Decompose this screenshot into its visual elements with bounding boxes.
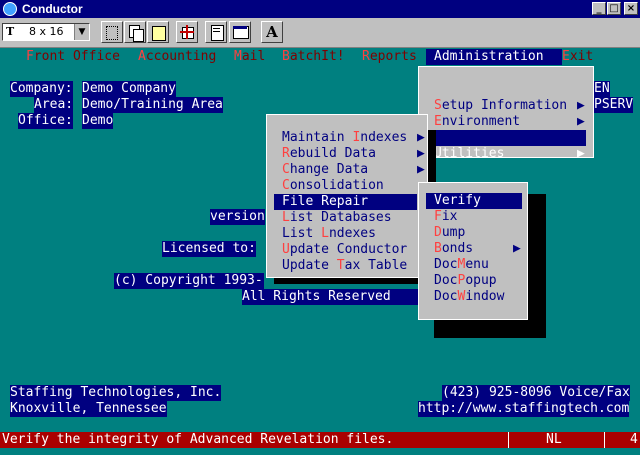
app-icon[interactable] <box>3 2 17 16</box>
utilities-menu: Maintain Indexes ▶ Rebuild Data ▶ Change D… <box>266 114 428 278</box>
copyright-text: (c) Copyright 1993- <box>114 273 264 289</box>
fr-item-bonds[interactable]: Bonds ▶ <box>419 241 527 257</box>
fr-item-docpopup[interactable]: DocPopup <box>419 273 527 289</box>
company-value: Demo Company <box>82 81 176 97</box>
file-repair-menu: Verify Fix Dump Bonds ▶ DocMenu DocPopup … <box>418 182 528 320</box>
footer-phone: (423) 925-8096 Voice/Fax <box>442 385 630 401</box>
office-value: Demo <box>82 113 114 129</box>
admin-item-setup[interactable]: Setup Information ▶ <box>419 82 593 113</box>
copy-icon[interactable] <box>124 21 146 43</box>
menu-accounting[interactable]: Accounting <box>138 49 216 65</box>
status-message: Verify the integrity of Advanced Revelat… <box>2 432 394 447</box>
font-icon: T <box>6 25 15 38</box>
arrow-right-icon: ▶ <box>513 241 521 256</box>
select-icon[interactable] <box>101 21 123 43</box>
util-item-update-conductor[interactable]: Update Conductor <box>267 242 427 258</box>
util-item-rebuild-data[interactable]: Rebuild Data ▶ <box>267 146 427 162</box>
status-divider <box>508 432 509 448</box>
admin-menu: Setup Information▶ Environment▶ Printer▶… <box>418 66 594 161</box>
company-label: Company: <box>10 81 73 97</box>
util-item-list-databases[interactable]: List Databases <box>267 210 427 226</box>
util-item-list-indexes[interactable]: List Lndexes <box>267 226 427 242</box>
terminal-screen: Front Office Accounting Mail BatchIt! Re… <box>0 48 640 455</box>
status-mode: NL <box>546 432 562 447</box>
menu-batchit[interactable]: BatchIt! <box>282 49 345 65</box>
fr-item-fix[interactable]: Fix <box>419 209 527 225</box>
area-value: Demo/Training Area <box>82 97 223 113</box>
arrow-right-icon: ▶ <box>417 162 425 177</box>
footer-location: Knoxville, Tennessee <box>10 401 167 417</box>
arrow-right-icon: ▶ <box>417 130 425 145</box>
util-item-consolidation[interactable]: Consolidation <box>267 178 427 194</box>
font-button[interactable]: A <box>261 21 283 43</box>
admin-item-environment[interactable]: Environment ▶ <box>419 98 593 129</box>
font-size-value: 8 x 16 <box>29 25 64 38</box>
rights-text: All Rights Reserved <box>242 289 418 305</box>
fr-item-dump[interactable]: Dump <box>419 225 527 241</box>
arrow-right-icon: ▶ <box>417 146 425 161</box>
right-fragment-2: PSERV <box>594 97 634 113</box>
util-item-update-tax-table[interactable]: Update Tax Table <box>267 258 427 274</box>
util-item-maintain-indexes[interactable]: Maintain Indexes ▶ <box>267 130 427 146</box>
admin-item-printer[interactable]: Printer▶ <box>419 114 593 145</box>
footer-company: Staffing Technologies, Inc. <box>10 385 222 401</box>
minimize-button[interactable]: _ <box>592 2 606 15</box>
menu-reports[interactable]: Reports <box>362 49 417 65</box>
menu-front-office[interactable]: Front Office <box>26 49 120 65</box>
arrow-right-icon: ▶ <box>577 146 585 161</box>
util-item-file-repair[interactable]: File Repair <box>274 194 417 210</box>
close-button[interactable]: × <box>624 2 638 15</box>
window-title: Conductor <box>22 2 83 16</box>
title-bar[interactable]: Conductor _ □ × <box>0 0 640 18</box>
admin-item-utilities[interactable]: Utilities ▶ <box>427 130 586 161</box>
fullscreen-icon[interactable] <box>176 21 198 43</box>
status-divider <box>604 432 605 448</box>
right-fragment-1: EN <box>594 81 610 97</box>
office-label: Office: <box>18 113 73 129</box>
chevron-down-icon[interactable]: ▼ <box>74 24 89 40</box>
licensed-label: Licensed to: <box>162 241 256 257</box>
status-bar: Verify the integrity of Advanced Revelat… <box>0 432 640 448</box>
fr-item-docmenu[interactable]: DocMenu <box>419 257 527 273</box>
properties-icon[interactable] <box>205 21 227 43</box>
menu-administration[interactable]: Administration <box>426 49 562 65</box>
menu-mail[interactable]: Mail <box>234 49 265 65</box>
area-label: Area: <box>34 97 74 113</box>
font-size-select[interactable]: T 8 x 16 ▼ <box>2 23 90 41</box>
util-item-change-data[interactable]: Change Data ▶ <box>267 162 427 178</box>
toolbar: T 8 x 16 ▼ A <box>0 18 640 48</box>
fr-item-verify[interactable]: Verify <box>426 193 522 209</box>
paste-icon[interactable] <box>147 21 169 43</box>
menu-exit[interactable]: Exit <box>562 49 593 65</box>
status-right: 4 <box>630 432 638 447</box>
maximize-button[interactable]: □ <box>607 2 621 15</box>
fr-item-docwindow[interactable]: DocWindow <box>419 289 527 305</box>
background-icon[interactable] <box>229 21 251 43</box>
footer-website[interactable]: http://www.staffingtech.com <box>418 401 630 417</box>
version-label: version <box>210 209 265 225</box>
